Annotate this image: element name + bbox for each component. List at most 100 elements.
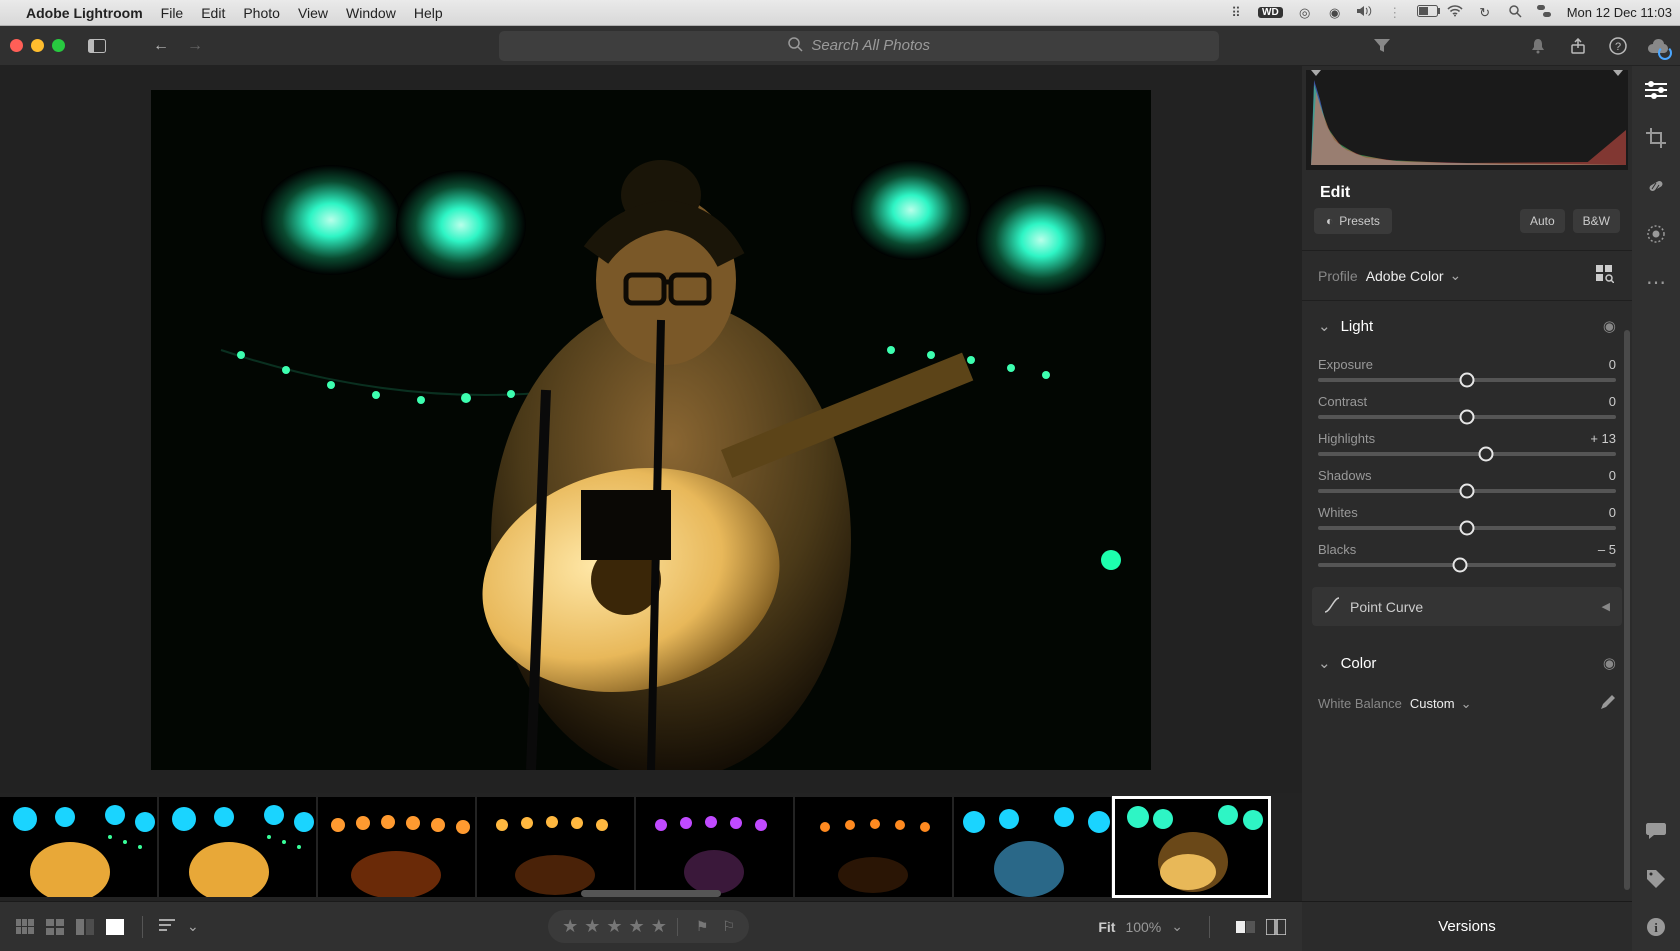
view-squaregrid-icon[interactable]	[46, 919, 66, 935]
wb-value[interactable]: Custom	[1410, 696, 1455, 711]
search-input[interactable]: Search All Photos	[499, 31, 1219, 61]
menu-help[interactable]: Help	[414, 5, 443, 21]
status-cc-icon[interactable]: ◎	[1297, 5, 1313, 21]
notifications-icon[interactable]	[1526, 34, 1550, 58]
status-battery-icon[interactable]	[1417, 5, 1433, 20]
help-icon[interactable]: ?	[1606, 34, 1630, 58]
zoom-chevron-icon[interactable]: ⌄	[1171, 918, 1183, 935]
chevron-down-icon: ⌄	[1318, 317, 1331, 335]
show-original-icon[interactable]	[1236, 917, 1256, 937]
more-tools-icon[interactable]: ⋯	[1642, 268, 1670, 296]
filmstrip-thumb[interactable]	[159, 797, 316, 897]
comments-icon[interactable]	[1642, 817, 1670, 845]
menu-photo[interactable]: Photo	[243, 5, 280, 21]
close-button[interactable]	[10, 39, 23, 52]
flag-pick-icon[interactable]: ⚑	[696, 918, 709, 935]
status-toolbox-icon[interactable]: ⠿	[1228, 5, 1244, 21]
color-section-header[interactable]: ⌄ Color ◉	[1302, 642, 1632, 684]
whites-slider[interactable]: Whites0	[1318, 499, 1616, 536]
filmstrip-thumb[interactable]	[477, 797, 634, 897]
info-icon[interactable]: i	[1642, 913, 1670, 941]
filmstrip-thumb[interactable]	[954, 797, 1111, 897]
versions-button[interactable]: Versions	[1302, 901, 1632, 951]
filmstrip-scrollbar[interactable]	[581, 890, 721, 897]
status-volume-icon[interactable]	[1357, 5, 1373, 20]
zoom-fit-label[interactable]: Fit	[1098, 919, 1115, 935]
healing-tool-icon[interactable]	[1642, 172, 1670, 200]
minimize-button[interactable]	[31, 39, 44, 52]
contrast-slider[interactable]: Contrast0	[1318, 388, 1616, 425]
flag-reject-icon[interactable]: ⚐	[722, 918, 735, 935]
status-wd-badge[interactable]: WD	[1258, 7, 1283, 18]
edit-tool-icon[interactable]	[1642, 76, 1670, 104]
menu-file[interactable]: File	[161, 5, 184, 21]
sort-chevron-icon[interactable]: ⌄	[187, 918, 199, 935]
status-grammarly-icon[interactable]: ◉	[1327, 5, 1343, 21]
auto-button[interactable]: Auto	[1520, 209, 1565, 233]
light-section-header[interactable]: ⌄ Light ◉	[1302, 305, 1632, 347]
star-icon[interactable]: ★	[584, 916, 600, 937]
white-balance-row[interactable]: White Balance Custom ⌄	[1302, 684, 1632, 723]
status-timemachine-icon[interactable]: ↻	[1477, 5, 1493, 21]
star-icon[interactable]: ★	[651, 916, 667, 937]
slider-handle[interactable]	[1460, 521, 1475, 536]
star-icon[interactable]: ★	[606, 916, 622, 937]
filmstrip-thumb[interactable]	[318, 797, 475, 897]
view-detail-icon[interactable]	[106, 919, 126, 935]
highlights-slider[interactable]: Highlights+ 13	[1318, 425, 1616, 462]
view-photogrid-icon[interactable]	[16, 919, 36, 935]
chevron-down-icon: ⌄	[1318, 654, 1331, 672]
profile-browser-icon[interactable]	[1596, 265, 1616, 286]
exposure-slider[interactable]: Exposure0	[1318, 351, 1616, 388]
app-name[interactable]: Adobe Lightroom	[26, 5, 143, 21]
shadows-slider[interactable]: Shadows0	[1318, 462, 1616, 499]
share-icon[interactable]	[1566, 34, 1590, 58]
profile-value[interactable]: Adobe Color	[1366, 268, 1444, 284]
filmstrip-thumb[interactable]	[0, 797, 157, 897]
eyedropper-icon[interactable]	[1600, 694, 1616, 713]
slider-handle[interactable]	[1460, 484, 1475, 499]
status-spotlight-icon[interactable]	[1507, 4, 1523, 21]
before-after-icon[interactable]	[1266, 917, 1286, 937]
profile-row[interactable]: Profile Adobe Color ⌄	[1302, 255, 1632, 296]
sort-icon[interactable]	[159, 918, 177, 935]
presets-button[interactable]: ◐Presets	[1314, 208, 1392, 234]
filter-icon[interactable]	[1370, 34, 1394, 58]
menu-window[interactable]: Window	[346, 5, 396, 21]
visibility-toggle-icon[interactable]: ◉	[1603, 317, 1616, 335]
histogram[interactable]	[1306, 70, 1628, 170]
view-compare-icon[interactable]	[76, 919, 96, 935]
bw-button[interactable]: B&W	[1573, 209, 1620, 233]
status-control-center-icon[interactable]	[1537, 5, 1553, 20]
zoom-level[interactable]: 100%	[1125, 919, 1161, 935]
sidebar-toggle-icon[interactable]	[85, 34, 109, 58]
chevron-down-icon[interactable]: ⌄	[1461, 696, 1472, 712]
masking-tool-icon[interactable]	[1642, 220, 1670, 248]
rating-control[interactable]: ★ ★ ★ ★ ★ ⚑ ⚐	[548, 910, 749, 943]
photo-viewer[interactable]	[0, 66, 1302, 793]
status-wifi-icon[interactable]	[1447, 5, 1463, 20]
filmstrip-thumb[interactable]	[795, 797, 952, 897]
crop-tool-icon[interactable]	[1642, 124, 1670, 152]
visibility-toggle-icon[interactable]: ◉	[1603, 654, 1616, 672]
status-datetime[interactable]: Mon 12 Dec 11:03	[1567, 5, 1672, 20]
chevron-down-icon[interactable]: ⌄	[1450, 267, 1462, 284]
menu-edit[interactable]: Edit	[201, 5, 225, 21]
menu-view[interactable]: View	[298, 5, 328, 21]
star-icon[interactable]: ★	[629, 916, 645, 937]
point-curve-button[interactable]: Point Curve ◀	[1312, 587, 1622, 626]
back-button[interactable]: ←	[149, 34, 173, 58]
forward-button[interactable]: →	[183, 34, 207, 58]
slider-handle[interactable]	[1460, 410, 1475, 425]
star-icon[interactable]: ★	[562, 916, 578, 937]
status-bluetooth-icon[interactable]: ⋮	[1387, 5, 1403, 21]
cloud-sync-icon[interactable]	[1646, 34, 1670, 58]
blacks-slider[interactable]: Blacks– 5	[1318, 536, 1616, 573]
slider-handle[interactable]	[1460, 373, 1475, 388]
filmstrip-thumb[interactable]	[636, 797, 793, 897]
filmstrip-thumb-selected[interactable]	[1113, 797, 1270, 897]
keywords-icon[interactable]	[1642, 865, 1670, 893]
slider-handle[interactable]	[1479, 447, 1494, 462]
slider-handle[interactable]	[1452, 558, 1467, 573]
maximize-button[interactable]	[52, 39, 65, 52]
